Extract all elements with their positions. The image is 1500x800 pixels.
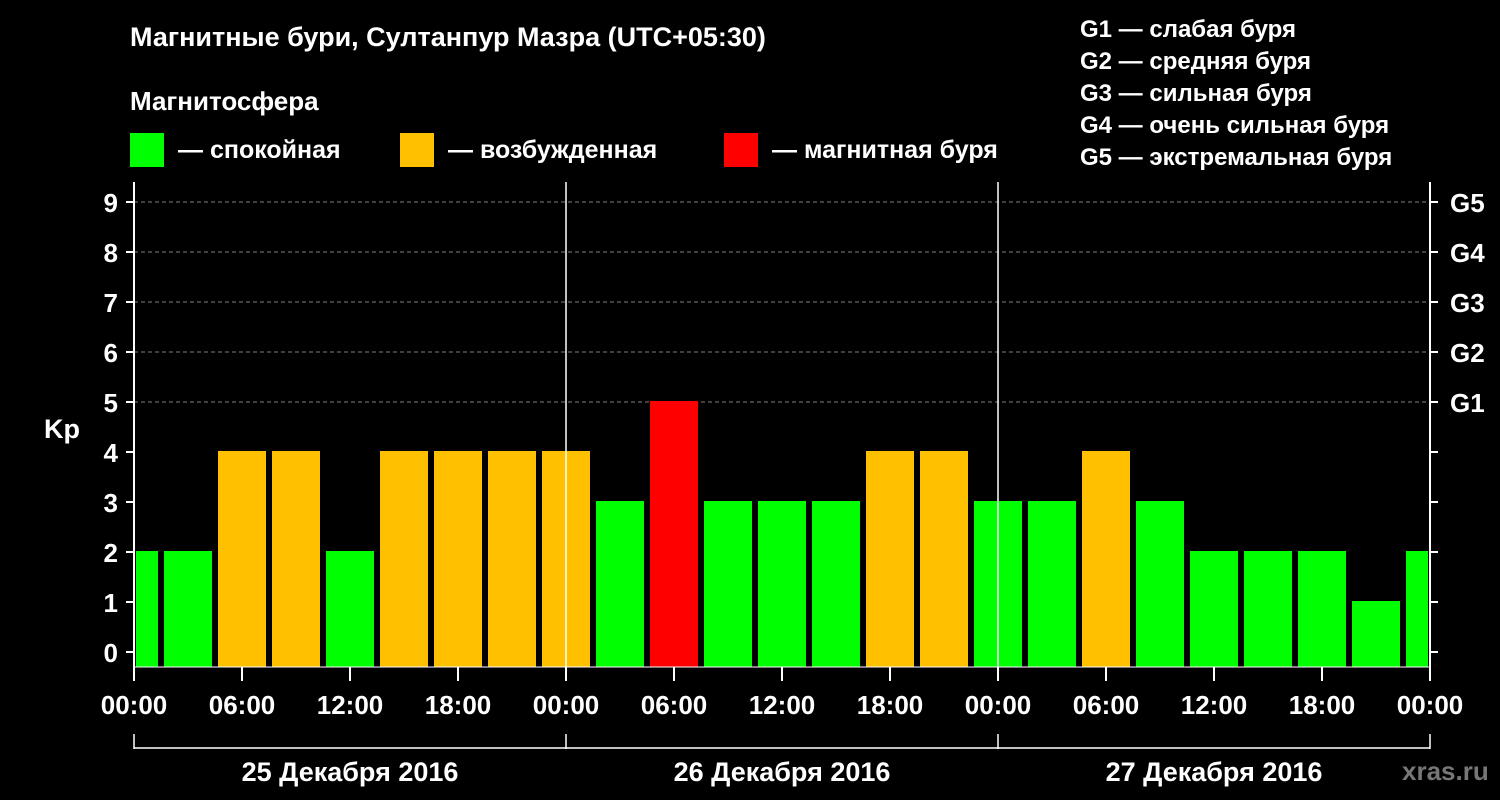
x-tick-label: 06:00 <box>1073 690 1140 720</box>
day-label: 25 Декабря 2016 <box>242 757 459 787</box>
kp-bar-20 <box>1190 551 1238 667</box>
y-axis-label: Kp <box>44 414 80 444</box>
kp-bar-3 <box>272 451 320 667</box>
kp-bar-10 <box>650 401 698 667</box>
x-tick-label: 12:00 <box>317 690 384 720</box>
kp-bar-chart: 0 1 2 3 4 5 6 7 8 9 G1 G2 G3 G4 G5 00:00 06:00 12:00 18:00… <box>44 182 1485 787</box>
g-level-label: G3 <box>1450 288 1485 318</box>
kp-bar-22 <box>1298 551 1346 667</box>
day-label: 26 Декабря 2016 <box>674 757 891 787</box>
day-label: 27 Декабря 2016 <box>1106 757 1323 787</box>
kp-bar-23 <box>1352 601 1400 667</box>
kp-bar-7 <box>488 451 536 667</box>
kp-bar-12 <box>758 501 806 667</box>
x-tick-label: 06:00 <box>641 690 708 720</box>
y-tick-label: 4 <box>104 438 119 468</box>
g-level-label: G4 <box>1450 238 1485 268</box>
g-level-label: G2 <box>1450 338 1485 368</box>
watermark-text: xras.ru <box>1402 756 1489 786</box>
g-level-label: G5 <box>1450 188 1485 218</box>
g-level-label: G1 <box>1450 388 1485 418</box>
kp-bar-4 <box>326 551 374 667</box>
grid-layer <box>134 201 1430 403</box>
kp-bar-6 <box>434 451 482 667</box>
x-tick-label: 00:00 <box>1397 690 1464 720</box>
y-tick-label: 3 <box>104 488 118 518</box>
kp-bar-0 <box>136 551 158 667</box>
kp-bar-21 <box>1244 551 1292 667</box>
bars-layer <box>136 401 1428 667</box>
y-tick-label: 5 <box>104 388 118 418</box>
kp-bar-5 <box>380 451 428 667</box>
kp-bar-19 <box>1136 501 1184 667</box>
kp-bar-2 <box>218 451 266 667</box>
y-tick-label: 8 <box>104 238 118 268</box>
y-tick-label: 7 <box>104 288 118 318</box>
x-tick-label: 12:00 <box>749 690 816 720</box>
kp-bar-1 <box>164 551 212 667</box>
y-tick-label: 6 <box>104 338 118 368</box>
x-tick-label: 18:00 <box>857 690 924 720</box>
y-tick-label: 2 <box>104 538 118 568</box>
y-tick-label: 0 <box>104 638 118 668</box>
kp-bar-13 <box>812 501 860 667</box>
x-tick-label: 00:00 <box>965 690 1032 720</box>
kp-bar-11 <box>704 501 752 667</box>
x-tick-label: 18:00 <box>425 690 492 720</box>
x-tick-label: 00:00 <box>533 690 600 720</box>
kp-bar-17 <box>1028 501 1076 667</box>
kp-bar-24 <box>1406 551 1428 667</box>
y-tick-label: 1 <box>104 588 118 618</box>
y-tick-label: 9 <box>104 188 118 218</box>
x-tick-label: 18:00 <box>1289 690 1356 720</box>
x-tick-label: 06:00 <box>209 690 276 720</box>
x-tick-label: 00:00 <box>101 690 168 720</box>
kp-bar-15 <box>920 451 968 667</box>
kp-bar-18 <box>1082 451 1130 667</box>
kp-bar-9 <box>596 501 644 667</box>
x-tick-label: 12:00 <box>1181 690 1248 720</box>
kp-bar-14 <box>866 451 914 667</box>
